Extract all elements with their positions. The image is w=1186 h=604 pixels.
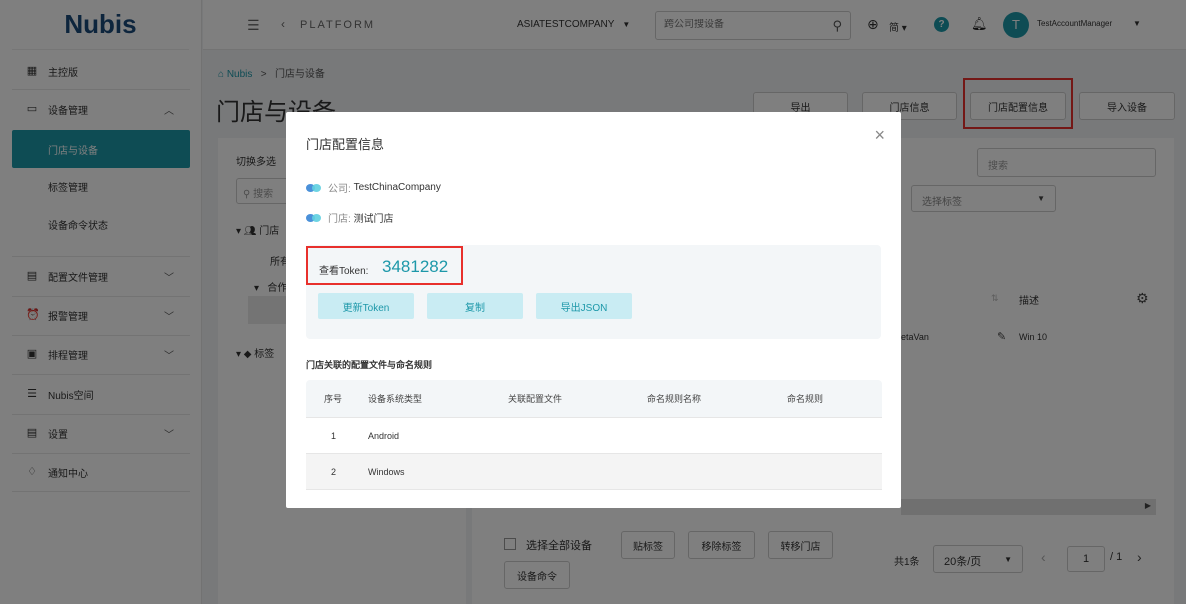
section-title: 门店关联的配置文件与命名规则 <box>306 360 433 370</box>
table-cell: 1 <box>331 431 337 441</box>
copy-button[interactable]: 复制 <box>427 293 523 319</box>
store-config-modal: 门店配置信息 × 公司: TestChinaCompany 门店: 测试门店 查… <box>286 112 901 508</box>
column-header: 序号 <box>324 394 343 404</box>
bullet-icon <box>306 183 322 192</box>
modal-title: 门店配置信息 <box>306 137 385 152</box>
config-table: 序号 设备系统类型 关联配置文件 命名规则名称 命名规则 1 Android 2… <box>306 380 882 490</box>
table-cell: Android <box>368 431 400 441</box>
export-json-button[interactable]: 导出JSON <box>536 293 632 319</box>
close-icon[interactable]: × <box>874 126 885 144</box>
company-info: 公司: TestChinaCompany <box>306 180 441 195</box>
column-header: 命名规则 <box>787 394 824 404</box>
table-header: 序号 设备系统类型 关联配置文件 命名规则名称 命名规则 <box>306 380 882 418</box>
company-value: TestChinaCompany <box>353 182 441 193</box>
store-key: 门店: <box>328 214 351 225</box>
table-cell: 2 <box>331 467 337 477</box>
column-header: 关联配置文件 <box>508 394 563 404</box>
company-key: 公司: <box>328 184 351 195</box>
table-cell: Windows <box>368 467 405 477</box>
column-header: 设备系统类型 <box>368 394 423 404</box>
highlight-frame <box>306 246 463 285</box>
store-value: 测试门店 <box>353 214 394 225</box>
column-header: 命名规则名称 <box>647 394 702 404</box>
bullet-icon <box>306 213 322 222</box>
refresh-token-button[interactable]: 更新Token <box>318 293 414 319</box>
table-row[interactable]: 1 Android <box>306 418 882 454</box>
store-info: 门店: 测试门店 <box>306 210 394 225</box>
table-row[interactable]: 2 Windows <box>306 454 882 490</box>
